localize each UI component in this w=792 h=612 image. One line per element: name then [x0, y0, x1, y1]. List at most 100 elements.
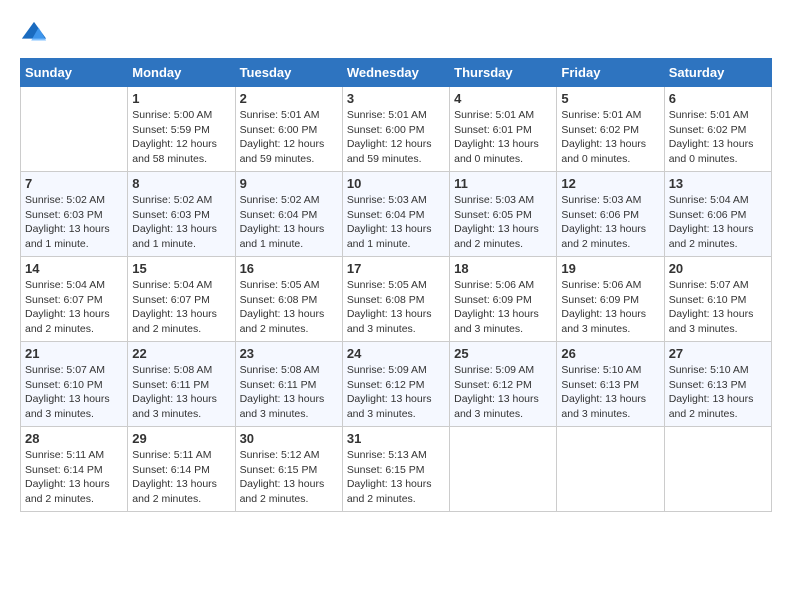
calendar-cell: 26 Sunrise: 5:10 AMSunset: 6:13 PMDayligh…: [557, 342, 664, 427]
calendar-cell: 30 Sunrise: 5:12 AMSunset: 6:15 PMDayligh…: [235, 427, 342, 512]
day-info: Sunrise: 5:07 AMSunset: 6:10 PMDaylight:…: [25, 363, 123, 422]
day-number: 16: [240, 261, 338, 276]
calendar-cell: [557, 427, 664, 512]
day-number: 30: [240, 431, 338, 446]
calendar-cell: 21 Sunrise: 5:07 AMSunset: 6:10 PMDayligh…: [21, 342, 128, 427]
calendar-cell: 31Sunrise: 5:13 AMSunset: 6:15 PMDayligh…: [342, 427, 449, 512]
calendar-week-row: 21 Sunrise: 5:07 AMSunset: 6:10 PMDayligh…: [21, 342, 772, 427]
day-number: 27: [669, 346, 767, 361]
calendar-cell: 2 Sunrise: 5:01 AMSunset: 6:00 PMDaylight…: [235, 87, 342, 172]
day-number: 24: [347, 346, 445, 361]
logo: [20, 20, 52, 48]
day-info: Sunrise: 5:12 AMSunset: 6:15 PMDaylight:…: [240, 448, 338, 507]
day-info: Sunrise: 5:01 AMSunset: 6:00 PMDaylight:…: [347, 108, 445, 167]
day-number: 21: [25, 346, 123, 361]
calendar-cell: 8Sunrise: 5:02 AMSunset: 6:03 PMDaylight…: [128, 172, 235, 257]
calendar-week-row: 28 Sunrise: 5:11 AMSunset: 6:14 PMDayligh…: [21, 427, 772, 512]
day-number: 18: [454, 261, 552, 276]
day-info: Sunrise: 5:04 AMSunset: 6:07 PMDaylight:…: [25, 278, 123, 337]
day-info: Sunrise: 5:03 AMSunset: 6:05 PMDaylight:…: [454, 193, 552, 252]
calendar-week-row: 1 Sunrise: 5:00 AMSunset: 5:59 PMDaylight…: [21, 87, 772, 172]
day-info: Sunrise: 5:10 AMSunset: 6:13 PMDaylight:…: [669, 363, 767, 422]
calendar-cell: 18 Sunrise: 5:06 AMSunset: 6:09 PMDayligh…: [450, 257, 557, 342]
day-info: Sunrise: 5:05 AMSunset: 6:08 PMDaylight:…: [347, 278, 445, 337]
day-info: Sunrise: 5:11 AMSunset: 6:14 PMDaylight:…: [25, 448, 123, 507]
day-info: Sunrise: 5:02 AMSunset: 6:04 PMDaylight:…: [240, 193, 338, 252]
day-info: Sunrise: 5:04 AMSunset: 6:06 PMDaylight:…: [669, 193, 767, 252]
day-info: Sunrise: 5:08 AMSunset: 6:11 PMDaylight:…: [240, 363, 338, 422]
day-number: 6: [669, 91, 767, 106]
day-number: 8: [132, 176, 230, 191]
day-header: Thursday: [450, 59, 557, 87]
day-number: 11: [454, 176, 552, 191]
day-number: 3: [347, 91, 445, 106]
day-number: 1: [132, 91, 230, 106]
calendar-cell: 29Sunrise: 5:11 AMSunset: 6:14 PMDayligh…: [128, 427, 235, 512]
day-number: 10: [347, 176, 445, 191]
calendar-cell: 20 Sunrise: 5:07 AMSunset: 6:10 PMDayligh…: [664, 257, 771, 342]
day-number: 23: [240, 346, 338, 361]
day-info: Sunrise: 5:01 AMSunset: 6:00 PMDaylight:…: [240, 108, 338, 167]
day-info: Sunrise: 5:01 AMSunset: 6:02 PMDaylight:…: [561, 108, 659, 167]
calendar-cell: 3 Sunrise: 5:01 AMSunset: 6:00 PMDaylight…: [342, 87, 449, 172]
day-number: 22: [132, 346, 230, 361]
day-number: 4: [454, 91, 552, 106]
calendar-cell: 13 Sunrise: 5:04 AMSunset: 6:06 PMDayligh…: [664, 172, 771, 257]
day-header: Sunday: [21, 59, 128, 87]
calendar-cell: 28 Sunrise: 5:11 AMSunset: 6:14 PMDayligh…: [21, 427, 128, 512]
day-info: Sunrise: 5:03 AMSunset: 6:06 PMDaylight:…: [561, 193, 659, 252]
day-number: 2: [240, 91, 338, 106]
day-header: Wednesday: [342, 59, 449, 87]
calendar-cell: 9 Sunrise: 5:02 AMSunset: 6:04 PMDaylight…: [235, 172, 342, 257]
day-number: 26: [561, 346, 659, 361]
calendar-cell: 25 Sunrise: 5:09 AMSunset: 6:12 PMDayligh…: [450, 342, 557, 427]
day-number: 14: [25, 261, 123, 276]
calendar-cell: 7Sunrise: 5:02 AMSunset: 6:03 PMDaylight…: [21, 172, 128, 257]
calendar-cell: 6 Sunrise: 5:01 AMSunset: 6:02 PMDaylight…: [664, 87, 771, 172]
calendar-cell: 19 Sunrise: 5:06 AMSunset: 6:09 PMDayligh…: [557, 257, 664, 342]
day-number: 29: [132, 431, 230, 446]
day-info: Sunrise: 5:13 AMSunset: 6:15 PMDaylight:…: [347, 448, 445, 507]
calendar-cell: 11 Sunrise: 5:03 AMSunset: 6:05 PMDayligh…: [450, 172, 557, 257]
calendar-cell: 1 Sunrise: 5:00 AMSunset: 5:59 PMDaylight…: [128, 87, 235, 172]
day-info: Sunrise: 5:03 AMSunset: 6:04 PMDaylight:…: [347, 193, 445, 252]
calendar-cell: 27 Sunrise: 5:10 AMSunset: 6:13 PMDayligh…: [664, 342, 771, 427]
calendar-cell: 14 Sunrise: 5:04 AMSunset: 6:07 PMDayligh…: [21, 257, 128, 342]
day-number: 28: [25, 431, 123, 446]
day-info: Sunrise: 5:08 AMSunset: 6:11 PMDaylight:…: [132, 363, 230, 422]
day-number: 19: [561, 261, 659, 276]
calendar-cell: 24 Sunrise: 5:09 AMSunset: 6:12 PMDayligh…: [342, 342, 449, 427]
day-info: Sunrise: 5:06 AMSunset: 6:09 PMDaylight:…: [561, 278, 659, 337]
day-number: 25: [454, 346, 552, 361]
calendar-cell: 4 Sunrise: 5:01 AMSunset: 6:01 PMDaylight…: [450, 87, 557, 172]
day-info: Sunrise: 5:05 AMSunset: 6:08 PMDaylight:…: [240, 278, 338, 337]
calendar-cell: 10 Sunrise: 5:03 AMSunset: 6:04 PMDayligh…: [342, 172, 449, 257]
day-number: 13: [669, 176, 767, 191]
day-number: 20: [669, 261, 767, 276]
day-number: 12: [561, 176, 659, 191]
day-info: Sunrise: 5:09 AMSunset: 6:12 PMDaylight:…: [454, 363, 552, 422]
page-header: [20, 20, 772, 48]
day-info: Sunrise: 5:01 AMSunset: 6:01 PMDaylight:…: [454, 108, 552, 167]
day-header: Monday: [128, 59, 235, 87]
day-info: Sunrise: 5:01 AMSunset: 6:02 PMDaylight:…: [669, 108, 767, 167]
day-header: Friday: [557, 59, 664, 87]
day-number: 9: [240, 176, 338, 191]
logo-icon: [20, 20, 48, 48]
calendar-cell: [21, 87, 128, 172]
day-info: Sunrise: 5:00 AMSunset: 5:59 PMDaylight:…: [132, 108, 230, 167]
day-number: 17: [347, 261, 445, 276]
day-number: 15: [132, 261, 230, 276]
day-info: Sunrise: 5:10 AMSunset: 6:13 PMDaylight:…: [561, 363, 659, 422]
calendar-cell: 17 Sunrise: 5:05 AMSunset: 6:08 PMDayligh…: [342, 257, 449, 342]
day-info: Sunrise: 5:07 AMSunset: 6:10 PMDaylight:…: [669, 278, 767, 337]
calendar-cell: 23 Sunrise: 5:08 AMSunset: 6:11 PMDayligh…: [235, 342, 342, 427]
day-info: Sunrise: 5:09 AMSunset: 6:12 PMDaylight:…: [347, 363, 445, 422]
day-info: Sunrise: 5:06 AMSunset: 6:09 PMDaylight:…: [454, 278, 552, 337]
calendar-cell: 12 Sunrise: 5:03 AMSunset: 6:06 PMDayligh…: [557, 172, 664, 257]
day-header: Tuesday: [235, 59, 342, 87]
day-number: 5: [561, 91, 659, 106]
day-header: Saturday: [664, 59, 771, 87]
calendar-table: SundayMondayTuesdayWednesdayThursdayFrid…: [20, 58, 772, 512]
calendar-cell: [664, 427, 771, 512]
